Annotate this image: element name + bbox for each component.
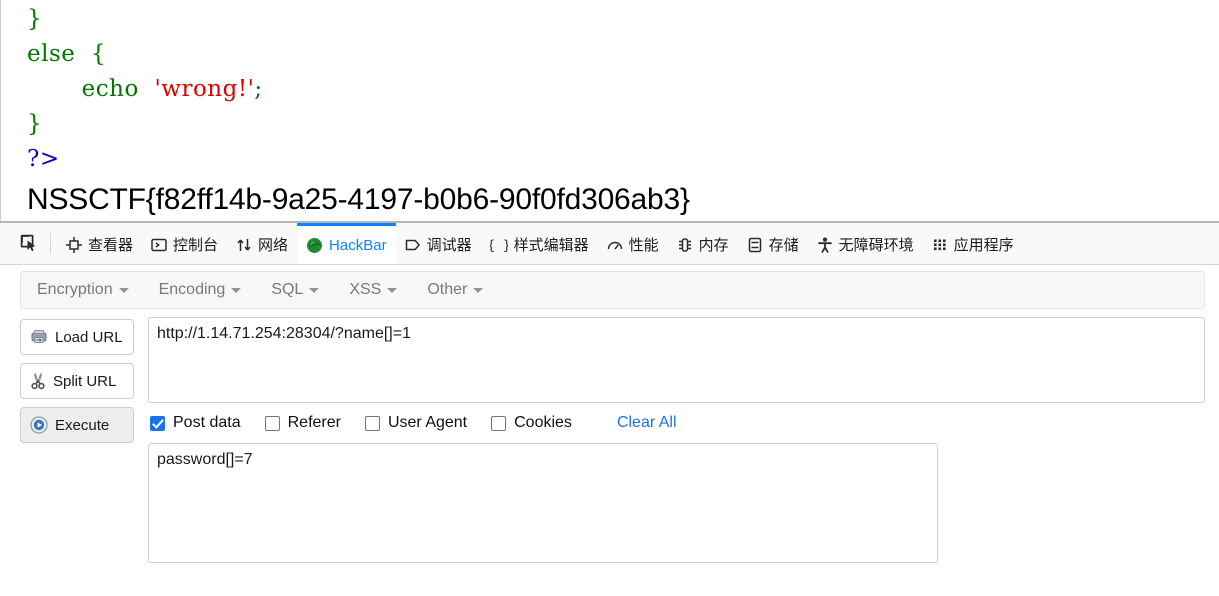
devtools-tab-list: 查看器 控制台 网络 HackBar 调试器 { } 样式编辑器 性能 内存 存储 无障碍环境 应用程…: [57, 223, 1023, 264]
tab-performance[interactable]: 性能: [598, 223, 668, 264]
checkbox-box[interactable]: [150, 415, 165, 431]
clear-all-link[interactable]: Clear All: [617, 414, 677, 432]
hackbar-menu-other[interactable]: Other: [427, 281, 484, 299]
tab-accessibility[interactable]: 无障碍环境: [808, 223, 923, 264]
network-icon: [236, 237, 252, 253]
tab-label: 无障碍环境: [838, 236, 914, 254]
tab-label: 内存: [698, 236, 729, 254]
code-line: ?>: [27, 142, 1219, 177]
hackbar-menu-bar: Encryption Encoding SQL XSS Other: [20, 271, 1205, 309]
tab-label: 性能: [628, 236, 659, 254]
php-code-snippet: } else { echo 'wrong!';} ?>: [1, 0, 1219, 177]
performance-icon: [607, 237, 623, 253]
devtools-toolbar: 查看器 控制台 网络 HackBar 调试器 { } 样式编辑器 性能 内存 存储 无障碍环境 应用程…: [0, 223, 1219, 265]
hackbar-panel: Encryption Encoding SQL XSS Other Load URL Sp…: [0, 271, 1219, 596]
split-url-button[interactable]: Split URL: [20, 363, 134, 399]
application-icon: [932, 237, 948, 253]
storage-icon: [747, 237, 763, 253]
url-input[interactable]: [148, 317, 1205, 403]
inspector-icon: [66, 237, 82, 253]
tab-label: HackBar: [329, 236, 387, 254]
checkbox-cookies[interactable]: Cookies: [491, 414, 572, 432]
checkbox-box[interactable]: [264, 415, 280, 431]
code-line: }: [27, 2, 1219, 37]
flag-text: NSSCTF{f82ff14b-9a25-4197-b0b6-90f0fd306…: [27, 183, 690, 216]
memory-icon: [677, 237, 693, 253]
code-line: }: [27, 107, 1219, 142]
svg-text:{ }: { }: [490, 239, 508, 254]
devtools-panel: 查看器 控制台 网络 HackBar 调试器 { } 样式编辑器 性能 内存 存储 无障碍环境 应用程…: [0, 221, 1219, 596]
tab-style-editor[interactable]: { } 样式编辑器: [481, 223, 598, 264]
code-line: echo 'wrong!';: [27, 72, 1219, 107]
console-icon: [151, 237, 167, 253]
checkbox-label: User Agent: [387, 414, 468, 431]
tab-label: 查看器: [88, 236, 134, 254]
checkbox-label: Referer: [287, 414, 341, 431]
load-url-button[interactable]: Load URL: [20, 319, 134, 355]
hackbar-menu-encoding[interactable]: Encoding: [159, 281, 242, 299]
tab-label: 网络: [258, 236, 289, 254]
button-label: Execute: [55, 416, 110, 434]
execute-play-icon: [30, 416, 48, 434]
code-token: echo: [27, 76, 155, 102]
accessibility-icon: [817, 237, 833, 253]
tab-label: 应用程序: [953, 236, 1014, 254]
checkbox-user-agent[interactable]: User Agent: [364, 414, 468, 432]
chevron-down-icon: [473, 287, 484, 293]
style-editor-icon: { }: [490, 237, 508, 254]
hackbar-firefox-icon: [306, 237, 323, 254]
checkbox-referer[interactable]: Referer: [264, 414, 341, 432]
browser-page-content: } else { echo 'wrong!';} ?> NSSCTF{f82ff14…: [0, 0, 1219, 221]
tab-label: 调试器: [426, 236, 472, 254]
execute-button[interactable]: Execute: [20, 407, 134, 443]
checkbox-box[interactable]: [364, 415, 380, 431]
tab-inspector[interactable]: 查看器: [57, 223, 142, 264]
hackbar-menu-sql[interactable]: SQL: [271, 281, 320, 299]
chevron-down-icon: [231, 287, 242, 293]
hackbar-options-row: Post data Referer User Agent Cookies Clear A…: [148, 403, 1205, 443]
tab-label: 控制台: [173, 236, 219, 254]
chevron-down-icon: [309, 287, 320, 293]
checkbox-box[interactable]: [491, 415, 507, 431]
checkbox-post-data[interactable]: Post data: [150, 414, 241, 432]
code-token: }: [27, 6, 43, 32]
tab-console[interactable]: 控制台: [142, 223, 227, 264]
code-line: else {: [27, 37, 1219, 72]
hackbar-menu-encryption[interactable]: Encryption: [37, 281, 129, 299]
tab-label: 存储: [768, 236, 799, 254]
menu-label: Encryption: [37, 281, 113, 298]
hackbar-fields: Post data Referer User Agent Cookies Clear A…: [134, 317, 1205, 563]
hackbar-menu-xss[interactable]: XSS: [349, 281, 398, 299]
checkbox-label: Post data: [173, 414, 241, 431]
tab-application[interactable]: 应用程序: [923, 223, 1023, 264]
tab-hackbar-firefox[interactable]: HackBar: [297, 223, 396, 264]
code-token: }: [27, 111, 43, 137]
menu-label: SQL: [271, 281, 304, 298]
hackbar-action-buttons: Load URL Split URL Execute: [20, 317, 134, 563]
tab-memory[interactable]: 内存: [668, 223, 738, 264]
code-token: 'wrong!': [154, 76, 255, 102]
hackbar-main: Load URL Split URL Execute Post data Refere…: [0, 309, 1219, 563]
chevron-down-icon: [118, 287, 129, 293]
code-token: ;: [254, 76, 263, 102]
split-url-icon: [30, 372, 46, 390]
tab-label: 样式编辑器: [513, 236, 589, 254]
button-label: Split URL: [53, 372, 117, 390]
tab-network[interactable]: 网络: [227, 223, 297, 264]
post-data-input[interactable]: [148, 443, 938, 563]
code-token: else {: [27, 41, 107, 67]
pick-element-icon[interactable]: [12, 223, 46, 264]
button-label: Load URL: [55, 328, 123, 346]
menu-label: Encoding: [158, 281, 226, 298]
chevron-down-icon: [387, 287, 398, 293]
debugger-icon: [405, 237, 421, 253]
tab-storage[interactable]: 存储: [738, 223, 808, 264]
code-token: ?>: [27, 146, 60, 172]
menu-label: XSS: [349, 281, 382, 298]
load-url-icon: [30, 329, 48, 345]
checkbox-label: Cookies: [514, 414, 572, 431]
menu-label: Other: [427, 281, 468, 298]
tab-debugger[interactable]: 调试器: [396, 223, 481, 264]
toolbar-divider: [50, 233, 51, 254]
